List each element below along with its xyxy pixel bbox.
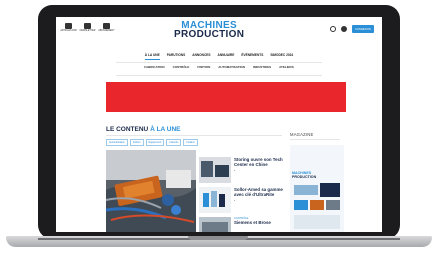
nav-divider — [116, 62, 322, 63]
subnav-item-automatisation[interactable]: AUTOMATISATION — [218, 65, 245, 73]
sidebar-title: MAGAZINE — [290, 132, 314, 137]
laptop-notch — [188, 236, 248, 240]
account-icon[interactable] — [341, 26, 347, 32]
tag-chip[interactable]: Fixation — [183, 139, 198, 146]
nav-item-simodec[interactable]: SIMODEC 2024 — [270, 50, 293, 60]
list-item[interactable]: Storing ouvre son Tech Center en Chine ● — [199, 157, 285, 183]
subnav-item-fabrication[interactable]: FABRICATION — [144, 65, 164, 73]
nav-item-annonces[interactable]: ANNONCES — [192, 50, 210, 60]
site-header: ARTICLES PAR NEWSLETTER ABONNEMENT MACHI… — [56, 17, 382, 47]
nav-item-parutions[interactable]: PARUTIONS — [167, 50, 186, 60]
subscribe-icon-label: ABONNEMENT — [98, 30, 115, 32]
secondary-nav: FABRICATION CONTRÔLE FINITION AUTOMATISA… — [56, 65, 382, 73]
primary-nav: À LA UNE PARUTIONS ANNONCES ANNUAIRE ÉVÉ… — [56, 50, 382, 60]
section-heading-highlight: À LA UNE — [150, 126, 181, 133]
product-photo: ARTICLES PAR NEWSLETTER ABONNEMENT MACHI… — [0, 0, 437, 258]
article-thumbnail — [199, 187, 231, 213]
header-utility-icons: ARTICLES PAR NEWSLETTER ABONNEMENT — [60, 23, 115, 32]
article-thumbnail — [199, 157, 231, 183]
article-meta: ● — [234, 199, 236, 202]
subscribe-icon[interactable]: ABONNEMENT — [98, 23, 115, 32]
nav-item-a-la-une[interactable]: À LA UNE — [144, 50, 160, 60]
sidebar-divider — [290, 139, 340, 140]
article-title[interactable]: Sollor-Amed sa gamme avec clé d'UltraRit… — [234, 187, 285, 197]
search-icon[interactable] — [330, 26, 336, 32]
subnav-divider — [116, 75, 322, 76]
list-item[interactable]: Sollor-Amed sa gamme avec clé d'UltraRit… — [199, 187, 285, 213]
nav-item-evenements[interactable]: ÉVÉNEMENTS — [241, 50, 263, 60]
list-item[interactable]: CONTRÔLE Siemens et Brose — [199, 217, 285, 232]
laptop-screen: ARTICLES PAR NEWSLETTER ABONNEMENT MACHI… — [56, 17, 382, 232]
mail-icon-label: NEWSLETTER — [79, 30, 96, 32]
article-meta: ● — [234, 169, 236, 172]
subnav-item-ateliers[interactable]: ATELIERS — [279, 65, 294, 73]
nav-item-annuaire[interactable]: ANNUAIRE — [218, 50, 235, 60]
subnav-item-controle[interactable]: CONTRÔLE — [173, 65, 190, 73]
magazine-cover[interactable]: MACHINES PRODUCTION — [290, 145, 344, 232]
site-logo[interactable]: MACHINES PRODUCTION — [174, 21, 245, 40]
tag-chip[interactable]: Industrie — [166, 139, 182, 146]
article-thumbnail — [199, 217, 231, 232]
tag-chip[interactable]: Équipement — [145, 139, 165, 146]
mail-icon[interactable]: NEWSLETTER — [79, 23, 96, 32]
login-button[interactable]: CONNEXION — [352, 25, 374, 33]
tag-chip[interactable]: Finition — [129, 139, 144, 146]
article-title[interactable]: Siemens et Brose — [234, 220, 285, 225]
ad-banner[interactable] — [106, 82, 346, 112]
tag-chip[interactable]: Automatisation — [106, 139, 128, 146]
section-divider — [106, 135, 282, 136]
article-title[interactable]: Storing ouvre son Tech Center en Chine — [234, 157, 285, 167]
subnav-item-industries[interactable]: INDUSTRIES — [253, 65, 271, 73]
magazine-cover-art — [294, 183, 340, 229]
subnav-item-finition[interactable]: FINITION — [197, 65, 210, 73]
header-actions: CONNEXION — [330, 25, 374, 33]
machine-photo-illustration — [106, 150, 196, 232]
article-icon[interactable]: ARTICLES PAR — [60, 23, 77, 32]
featured-article-image[interactable] — [106, 150, 196, 232]
section-heading: LE CONTENU À LA UNE — [106, 126, 181, 133]
article-list: Storing ouvre son Tech Center en Chine ●… — [199, 157, 285, 232]
logo-line2: PRODUCTION — [174, 29, 245, 40]
article-icon-label: ARTICLES PAR — [60, 30, 77, 32]
tag-list: Automatisation Finition Équipement Indus… — [106, 139, 198, 146]
section-heading-main: LE CONTENU — [106, 126, 149, 133]
